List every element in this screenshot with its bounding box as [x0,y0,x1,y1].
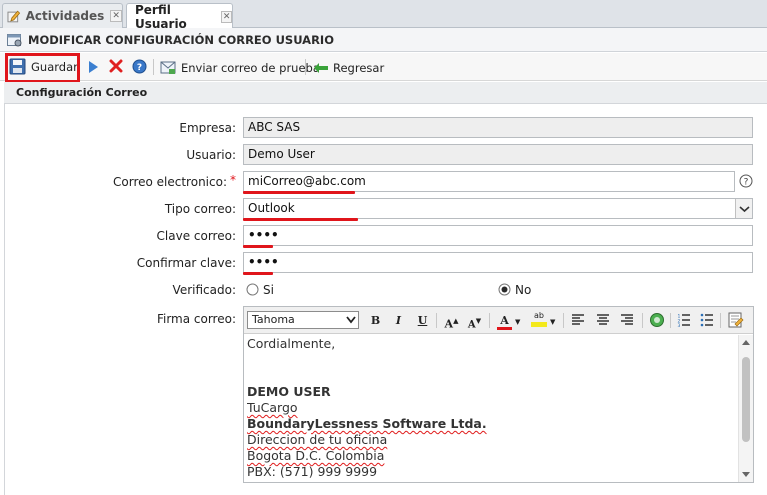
edit-icon [7,10,21,23]
radio-si[interactable] [246,283,259,296]
bold-button[interactable]: B [367,312,384,329]
font-color-swatch [497,327,512,330]
signature-line: DEMO USER [247,384,331,399]
editor-separator [670,313,671,328]
editor-separator [489,313,490,328]
help-icon[interactable]: ? [739,174,753,188]
editor-scrollbar[interactable] [738,335,753,482]
bullet-list-icon[interactable] [700,313,714,327]
decrease-font-button[interactable]: A▼ [466,312,483,330]
signature-line: BoundaryLessness Software Ltda. [247,416,487,431]
editor-separator [642,313,643,328]
font-select-value: Tahoma [252,313,295,326]
svg-text:?: ? [137,63,142,73]
back-label: Regresar [333,60,385,75]
scrollbar-thumb[interactable] [742,357,750,442]
clave-label: Clave correo: [156,229,236,243]
tab-perfil-usuario[interactable]: Perfil Usuario ✕ [126,2,233,31]
chevron-down-icon [346,316,356,324]
correo-label: Correo electronico: [113,175,227,189]
tipo-correo-label: Tipo correo: [164,202,236,216]
usuario-field: Demo User [243,144,753,165]
signature-line [247,352,737,368]
section-title: Configuración Correo [4,82,767,104]
send-mail-icon [160,61,176,74]
delete-icon[interactable] [109,59,123,73]
align-left-icon[interactable] [571,314,585,326]
close-icon[interactable]: ✕ [110,10,122,22]
confirmar-label: Confirmar clave: [136,256,236,270]
play-icon[interactable] [87,60,99,74]
scroll-down-icon[interactable] [741,471,751,479]
email-field[interactable]: miCorreo@abc.com [243,171,735,192]
settings-window-icon [7,33,22,46]
empresa-label: Empresa: [179,121,236,135]
confirm-password-field[interactable]: •••• [243,252,753,273]
usuario-label: Usuario: [186,148,236,162]
mail-type-highlight-underline [243,218,358,221]
chevron-down-icon[interactable]: ▼ [550,318,555,326]
increase-font-button[interactable]: A▲ [443,312,460,331]
required-mark: * [230,173,236,187]
signature-line: Bogota D.C. Colombia [247,448,385,463]
email-highlight-underline [243,191,355,194]
signature-line [247,368,737,384]
editor-separator [563,313,564,328]
numbered-list-icon[interactable]: 123 [677,313,691,327]
firma-label: Firma correo: [156,312,236,326]
password-highlight-underline [243,245,273,248]
scroll-up-icon[interactable] [741,338,751,346]
svg-text:?: ? [744,178,749,188]
chevron-down-icon[interactable] [735,199,752,218]
mail-type-select[interactable]: Outlook [243,198,753,219]
signature-line: Direccion de tu oficina [247,432,388,447]
confirm-highlight-underline [243,272,273,275]
close-icon[interactable]: ✕ [221,10,232,23]
verificado-label: Verificado: [172,283,236,297]
svg-text:3: 3 [678,323,681,327]
tab-label: Actividades [25,9,105,23]
radio-si-label: Si [263,283,274,297]
empresa-field: ABC SAS [243,117,753,138]
signature-editor: Tahoma B I U A▲ A▼ A ▼ ab ▼ 123 Cordialm… [243,306,754,483]
mail-type-value: Outlook [248,201,295,215]
editor-separator [436,313,437,328]
underline-button[interactable]: U [414,312,431,329]
signature-line: Cordialmente, [247,336,336,351]
signature-line: TuCargo [247,400,298,415]
save-highlight-box [5,53,80,83]
toolbar-separator [305,59,306,75]
align-center-icon[interactable] [596,314,610,326]
editor-separator [720,313,721,328]
font-color-button[interactable]: A [496,312,513,330]
link-globe-icon[interactable] [649,312,665,328]
highlight-color-button[interactable]: ab [530,311,548,327]
tab-actividades[interactable]: Actividades ✕ [2,3,123,28]
window-header: MODIFICAR CONFIGURACIÓN CORREO USUARIO [0,28,767,52]
send-test-email-button[interactable]: Enviar correo de prueba [160,57,320,78]
signature-text-area[interactable]: Cordialmente, DEMO USER TuCargo Boundary… [247,336,737,482]
font-select[interactable]: Tahoma [247,311,359,329]
source-edit-icon[interactable] [728,312,744,328]
radio-no-label: No [515,283,532,297]
align-right-icon[interactable] [620,314,634,326]
page-title: MODIFICAR CONFIGURACIÓN CORREO USUARIO [28,32,334,47]
send-test-label: Enviar correo de prueba [181,60,320,75]
radio-no[interactable] [498,283,511,296]
italic-button[interactable]: I [390,312,407,329]
help-icon[interactable]: ? [132,59,147,74]
password-field[interactable]: •••• [243,225,753,246]
chevron-down-icon[interactable]: ▼ [515,318,520,326]
highlight-swatch [531,322,547,327]
toolbar-separator [153,59,154,75]
arrow-left-icon [314,62,328,73]
editor-toolbar: Tahoma B I U A▲ A▼ A ▼ ab ▼ 123 [244,307,753,334]
tab-label: Perfil Usuario [135,2,187,31]
back-button[interactable]: Regresar [313,57,384,78]
signature-line: PBX: (571) 999 9999 [247,464,378,479]
